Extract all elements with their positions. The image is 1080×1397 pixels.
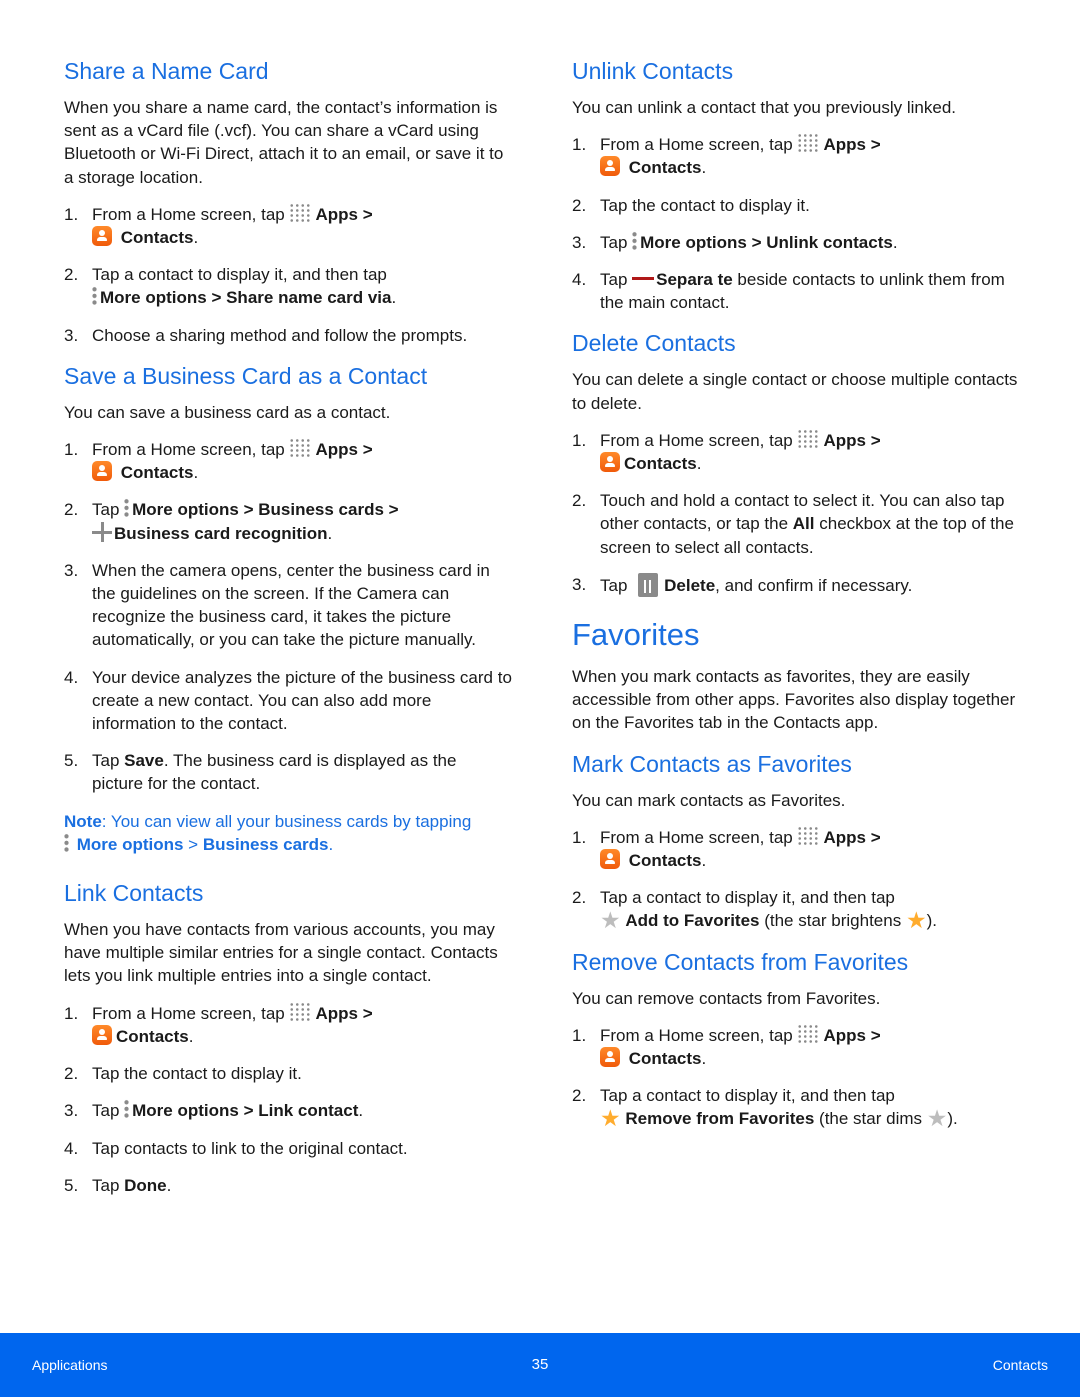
apps-grid-icon xyxy=(289,438,312,459)
more-options-icon xyxy=(64,832,69,853)
section-title: Delete Contacts xyxy=(572,330,736,357)
step: 1. From a Home screen, tap Apps > Contact… xyxy=(64,202,373,248)
apps-grid-icon xyxy=(289,202,312,223)
star-bright-icon: ★ xyxy=(905,907,927,934)
step: 1. From a Home screen, tap Apps > Contact… xyxy=(572,133,881,178)
apps-grid-icon xyxy=(289,1001,312,1022)
step: 2. Tap the contact to display it. xyxy=(64,1064,302,1084)
section-title: Link Contacts xyxy=(64,880,204,907)
step: 1. From a Home screen, tap Apps > Contact… xyxy=(572,825,881,871)
step: 2. Tap a contact to display it, and then … xyxy=(572,1086,958,1132)
step: 2. Tap a contact to display it, and then … xyxy=(572,888,937,934)
step: 4. Tap Separa te beside contacts to unlin… xyxy=(572,270,1005,313)
contacts-app-icon xyxy=(600,1047,620,1068)
step: 3. Tap More options > Link contact. xyxy=(64,1099,364,1121)
step: 2. Tap More options > Business cards > Bus… xyxy=(64,498,399,543)
step: 3. Tap Delete, and confirm if necessary. xyxy=(572,572,913,597)
step: 4. Tap contacts to link to the original c… xyxy=(64,1138,408,1158)
section-intro: You can save a business card as a contac… xyxy=(64,402,391,422)
contacts-app-icon xyxy=(92,461,112,482)
steps-list: 1. From a Home screen, tap Apps > Contacts… xyxy=(64,1001,512,1197)
step: 5. Tap Save. The business card is display… xyxy=(64,751,457,794)
share-name-card-section: Share a Name Card When you share a name … xyxy=(64,56,512,347)
section-title: Save a Business Card as a Contact xyxy=(64,362,428,389)
section-title: Unlink Contacts xyxy=(572,58,734,84)
apps-grid-icon xyxy=(797,428,820,449)
section-title: Share a Name Card xyxy=(64,58,269,84)
steps-list: 1. From a Home screen, tap Apps > Contact… xyxy=(572,825,1022,934)
apps-grid-icon xyxy=(797,825,820,846)
step: 1. From a Home screen, tap Apps > Contact… xyxy=(64,438,373,483)
mark-favorites-section: Mark Contacts as Favorites You can mark … xyxy=(572,749,1022,933)
plus-icon xyxy=(92,521,112,542)
section-title: Mark Contacts as Favorites xyxy=(572,750,852,777)
more-options-icon xyxy=(124,498,130,519)
step: 3. Tap More options > Unlink contacts. xyxy=(572,230,898,252)
step: 2. Tap a contact to display it, and then … xyxy=(64,265,397,308)
steps-list: 1. From a Home screen, tap Apps > Contact… xyxy=(572,1023,1022,1132)
more-options-icon xyxy=(124,1099,130,1120)
step: 1. From a Home screen, tap Apps > Contact… xyxy=(572,1023,881,1069)
contacts-app-icon xyxy=(92,1024,112,1045)
section-intro: You can unlink a contact that you previo… xyxy=(572,98,957,117)
section-intro: When you mark contacts as favorites, the… xyxy=(572,667,1016,733)
page-footer: Applications 35 Contacts xyxy=(0,1333,1080,1397)
contacts-app-icon xyxy=(600,156,620,177)
section-intro: You can delete a single contact or choos… xyxy=(572,370,1018,413)
section-intro: When you share a name card, the contact’… xyxy=(64,98,504,187)
step: 1. From a Home screen, tap Apps > Contacts… xyxy=(572,428,881,474)
remove-favorites-section: Remove Contacts from Favorites You can r… xyxy=(572,947,1022,1131)
favorites-section: Favorites When you mark contacts as favo… xyxy=(572,615,1022,735)
star-dim-icon: ★ xyxy=(926,1105,948,1132)
apps-grid-icon xyxy=(797,1023,820,1044)
save-business-card-section: Save a Business Card as a Contact You ca… xyxy=(64,361,512,856)
step: 4. Your device analyzes the picture of th… xyxy=(64,667,512,734)
page-number: 35 xyxy=(531,1356,549,1373)
step: 3. Choose a sharing method and follow the… xyxy=(64,325,468,345)
left-column: Share a Name Card When you share a name … xyxy=(64,56,512,1211)
section-title: Remove Contacts from Favorites xyxy=(572,948,909,975)
step: 3. When the camera opens, center the busi… xyxy=(64,560,490,650)
steps-list: 1. From a Home screen, tap Apps > Contact… xyxy=(64,438,512,796)
step: 1. From a Home screen, tap Apps > Contacts… xyxy=(64,1001,373,1046)
trash-icon xyxy=(638,572,659,597)
contacts-app-icon xyxy=(92,226,112,247)
step: 2. Touch and hold a contact to select it.… xyxy=(572,491,1014,557)
chapter-title: Favorites xyxy=(572,617,700,653)
more-options-icon xyxy=(632,230,638,251)
unlink-contacts-section: Unlink Contacts You can unlink a contact… xyxy=(572,56,1022,314)
star-dim-icon: ★ xyxy=(600,907,621,934)
link-contacts-section: Link Contacts When you have contacts fro… xyxy=(64,878,512,1197)
more-options-icon xyxy=(92,286,97,307)
star-bright-icon: ★ xyxy=(600,1105,621,1132)
step: 5. Tap Done. xyxy=(64,1175,172,1195)
steps-list: 1. From a Home screen, tap Apps > Contacts… xyxy=(572,428,1022,597)
steps-list: 1. From a Home screen, tap Apps > Contact… xyxy=(572,133,1022,314)
contacts-app-icon xyxy=(600,452,620,473)
delete-contacts-section: Delete Contacts You can delete a single … xyxy=(572,328,1022,597)
right-column: Unlink Contacts You can unlink a contact… xyxy=(572,56,1022,1145)
apps-grid-icon xyxy=(797,133,820,154)
separate-minus-icon xyxy=(632,277,655,281)
contacts-app-icon xyxy=(600,849,620,870)
steps-list: 1. From a Home screen, tap Apps > Contact… xyxy=(64,202,512,347)
step: 2. Tap the contact to display it. xyxy=(572,195,810,215)
footer-section: Contacts xyxy=(992,1357,1048,1373)
section-intro: You can mark contacts as Favorites. xyxy=(572,790,846,810)
section-intro: You can remove contacts from Favorites. xyxy=(572,988,881,1008)
note: Note: You can view all your business car… xyxy=(64,811,472,854)
section-intro: When you have contacts from various acco… xyxy=(64,920,498,986)
